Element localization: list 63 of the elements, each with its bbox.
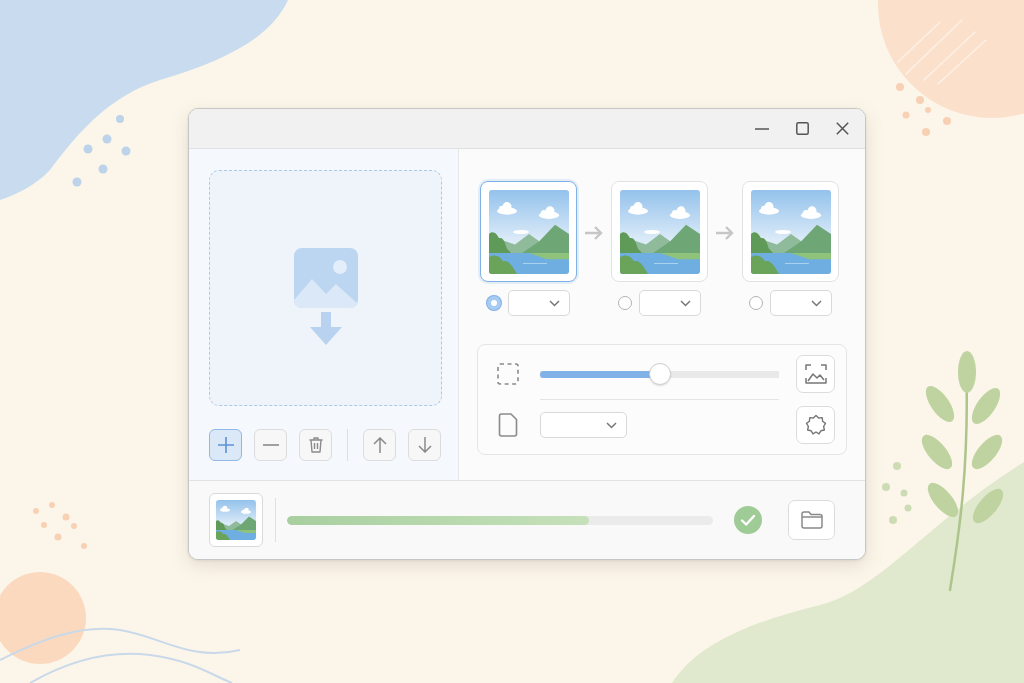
delete-button[interactable] <box>299 429 332 461</box>
decor-dot <box>904 504 912 512</box>
decor-dot <box>902 111 910 119</box>
decor-dot <box>41 522 47 528</box>
dropdown[interactable] <box>639 290 701 316</box>
caret-icon <box>680 299 691 307</box>
drop-zone[interactable] <box>209 170 442 406</box>
decor-dot <box>889 516 897 524</box>
image-button[interactable] <box>796 355 835 393</box>
arrow-up-icon <box>372 437 387 453</box>
decor-dot <box>893 462 901 470</box>
radio-button[interactable] <box>618 296 632 310</box>
right-arrow-icon <box>716 226 734 240</box>
decor-dot <box>62 513 70 521</box>
minus-icon <box>262 444 279 446</box>
close-icon <box>835 122 849 135</box>
decor-dot <box>98 164 108 174</box>
decor-dot <box>71 523 77 529</box>
decor-dot <box>896 83 904 91</box>
radio-button[interactable] <box>487 296 501 310</box>
decor-dot <box>116 115 124 123</box>
decor-dot <box>54 533 62 541</box>
maximize-icon <box>795 122 809 135</box>
caret-icon <box>606 421 617 429</box>
decor-dot <box>900 489 908 497</box>
decor-dot <box>102 134 112 144</box>
minimize-icon <box>755 127 769 130</box>
move-up-button[interactable] <box>363 429 396 461</box>
dropdown[interactable] <box>540 412 627 438</box>
right-arrow-icon <box>585 226 603 240</box>
settings-button[interactable] <box>796 406 835 444</box>
file-icon <box>498 413 518 437</box>
image-arrow-icon <box>293 247 358 345</box>
folder-button[interactable] <box>788 500 835 540</box>
decor-dot <box>33 508 39 514</box>
decor-dot <box>121 146 131 156</box>
decor-dot <box>925 107 931 113</box>
selection-icon <box>497 363 519 385</box>
move-down-button[interactable] <box>408 429 441 461</box>
arrow-down-icon <box>417 437 432 453</box>
slider-thumb[interactable] <box>648 363 671 385</box>
decor-dot <box>81 543 87 549</box>
radio-button[interactable] <box>749 296 763 310</box>
framed-landscape-icon <box>804 364 827 384</box>
decor-dot <box>943 117 951 125</box>
plus-icon <box>217 437 234 453</box>
trash-icon <box>308 437 323 453</box>
decor-dot <box>922 128 930 136</box>
decor-dot <box>916 96 924 104</box>
thumbnail-card[interactable] <box>480 181 577 282</box>
decor-dot <box>882 483 890 491</box>
dropdown[interactable] <box>770 290 832 316</box>
caret-icon <box>811 299 822 307</box>
add-button[interactable] <box>209 429 242 461</box>
caret-icon <box>549 299 560 307</box>
decor-dot <box>72 177 82 187</box>
landscape-image <box>216 500 256 540</box>
folder-icon <box>800 511 823 529</box>
remove-button[interactable] <box>254 429 287 461</box>
dropdown[interactable] <box>508 290 570 316</box>
decor-dot <box>83 144 93 154</box>
settings-icon <box>804 414 827 436</box>
decor-dot <box>49 502 55 508</box>
